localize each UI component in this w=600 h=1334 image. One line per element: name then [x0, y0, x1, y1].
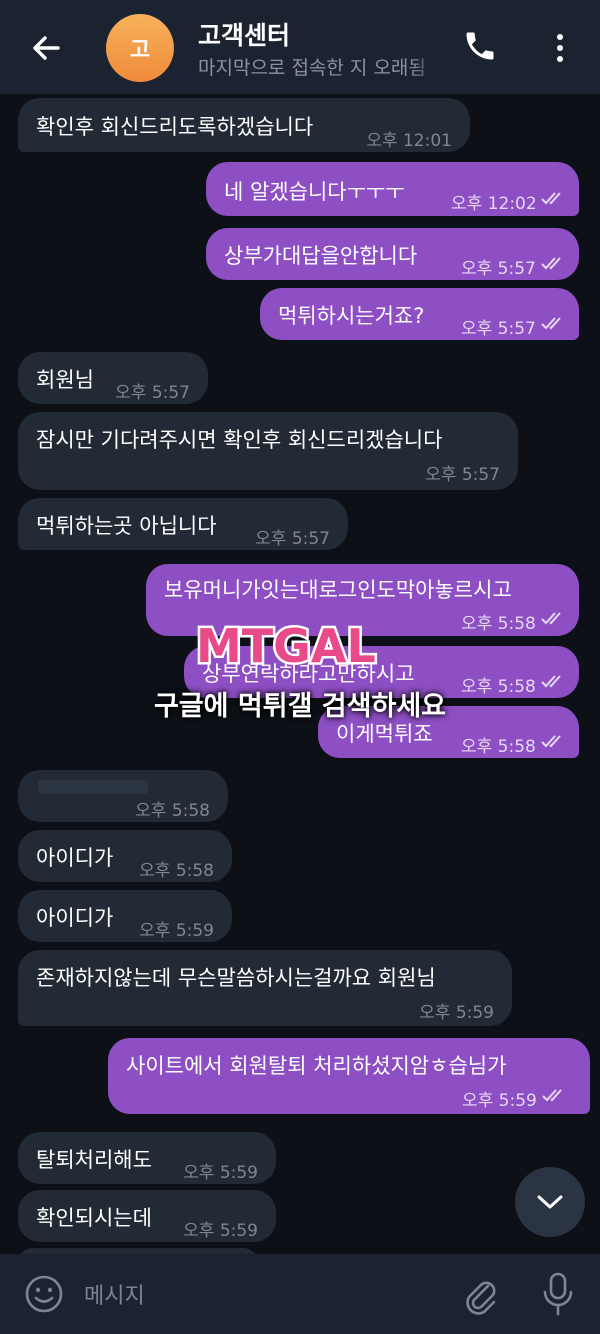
message-text: 존재하지않는데 무슨말씀하시는걸까요 회원님: [36, 966, 436, 990]
message-incoming[interactable]: 오후 5:58: [18, 770, 228, 822]
phone-icon[interactable]: [462, 28, 498, 64]
message-text: 보유머니가잇는대로그인도막아놓르시고: [164, 578, 512, 602]
message-incoming[interactable]: 회원님 오후 5:57: [18, 352, 208, 404]
watermark-logo-text: MTGAL: [196, 619, 376, 673]
message-time: 오후 12:02: [451, 194, 537, 214]
avatar-initial: 고: [129, 38, 151, 63]
double-check-icon: [541, 612, 561, 625]
message-text: 확인후 회신드리도록하겠습니다: [36, 115, 314, 139]
message-time: 오후 5:57: [461, 319, 536, 339]
message-text: 잠시만 기다려주시면 확인후 회신드리겠습니다: [36, 428, 443, 452]
message-incoming[interactable]: 먹튀하는곳 아닙니다 오후 5:57: [18, 498, 348, 550]
chat-title[interactable]: 고객센터: [198, 16, 290, 52]
message-outgoing[interactable]: 상부가대답을안합니다 오후 5:57: [206, 228, 579, 280]
message-incoming[interactable]: 존재하지않는데 무슨말씀하시는걸까요 회원님 오후 5:59: [18, 950, 512, 1026]
redacted-content: [38, 780, 148, 794]
double-check-icon: [541, 192, 561, 205]
message-text: 사이트에서 회원탈퇴 처리하셨지암ㅎ습님가: [126, 1054, 507, 1078]
message-incoming[interactable]: 아이디가 오후 5:59: [18, 890, 232, 942]
message-text: 확인되시는데: [36, 1206, 152, 1230]
message-time: 오후 5:58: [135, 801, 210, 821]
chat-header: 고 고객센터 마지막으로 접속한 지 오래됨: [0, 0, 600, 94]
message-time: 오후 5:57: [425, 465, 500, 485]
more-vertical-icon[interactable]: [548, 28, 572, 68]
message-text: 먹튀하는곳 아닙니다: [36, 514, 217, 538]
message-text: 아이디가: [36, 846, 114, 870]
message-incoming[interactable]: 아이디가 오후 5:58: [18, 830, 232, 882]
message-incoming[interactable]: 탈퇴처리해도 오후 5:59: [18, 1132, 276, 1184]
message-input[interactable]: 메시지: [84, 1278, 145, 1310]
message-time: 오후 5:57: [115, 383, 190, 403]
watermark-logo: MTGAL MTGAL: [194, 617, 379, 675]
smiley-icon[interactable]: [24, 1274, 64, 1314]
message-text: 먹튀하시는거죠?: [278, 304, 425, 328]
chevron-down-icon: [537, 1195, 563, 1209]
message-time: 오후 5:59: [183, 1221, 258, 1241]
message-time: 오후 5:57: [255, 529, 330, 549]
avatar[interactable]: 고: [106, 14, 174, 82]
double-check-icon: [542, 1089, 562, 1102]
watermark-caption: 구글에 먹튀갤 검색하세요: [153, 691, 447, 722]
message-incoming[interactable]: 확인되시는데 오후 5:59: [18, 1190, 276, 1242]
last-seen-status: 마지막으로 접속한 지 오래됨: [198, 57, 426, 79]
microphone-icon[interactable]: [540, 1270, 576, 1318]
message-outgoing[interactable]: 먹튀하시는거죠? 오후 5:57: [260, 288, 579, 340]
message-time: 오후 5:59: [183, 1163, 258, 1183]
double-check-icon: [541, 735, 561, 748]
message-time: 오후 5:58: [461, 614, 536, 634]
message-incoming[interactable]: 확인후 회신드리도록하겠습니다 오후 12:01: [18, 98, 470, 152]
message-text: 네 알겠습니다ㅜㅜㅜ: [224, 180, 405, 204]
double-check-icon: [541, 257, 561, 270]
message-composer: 메시지: [0, 1254, 600, 1334]
message-time: 오후 5:57: [461, 259, 536, 279]
message-text: 아이디가: [36, 906, 114, 930]
message-time: 오후 5:59: [139, 921, 214, 941]
message-time: 오후 12:01: [366, 131, 452, 151]
arrow-left-icon[interactable]: [24, 26, 68, 70]
message-text: 상부가대답을안합니다: [224, 244, 418, 268]
message-time: 오후 5:59: [462, 1091, 537, 1111]
message-text: 회원님: [36, 368, 94, 392]
message-time: 오후 5:58: [139, 861, 214, 881]
message-incoming[interactable]: 잠시만 기다려주시면 확인후 회신드리겠습니다 오후 5:57: [18, 412, 518, 490]
message-text: 탈퇴처리해도: [36, 1148, 152, 1172]
message-outgoing[interactable]: 네 알겠습니다ㅜㅜㅜ 오후 12:02: [206, 162, 579, 216]
message-time: 오후 5:59: [419, 1003, 494, 1023]
double-check-icon: [541, 317, 561, 330]
message-outgoing[interactable]: 사이트에서 회원탈퇴 처리하셨지암ㅎ습님가 오후 5:59: [108, 1038, 590, 1114]
paperclip-icon[interactable]: [460, 1272, 500, 1316]
message-list[interactable]: 확인후 회신드리도록하겠습니다 오후 12:01 네 알겠습니다ㅜㅜㅜ 오후 1…: [0, 94, 600, 1254]
message-time: 오후 5:58: [461, 737, 536, 757]
scroll-down-button[interactable]: [515, 1167, 585, 1237]
